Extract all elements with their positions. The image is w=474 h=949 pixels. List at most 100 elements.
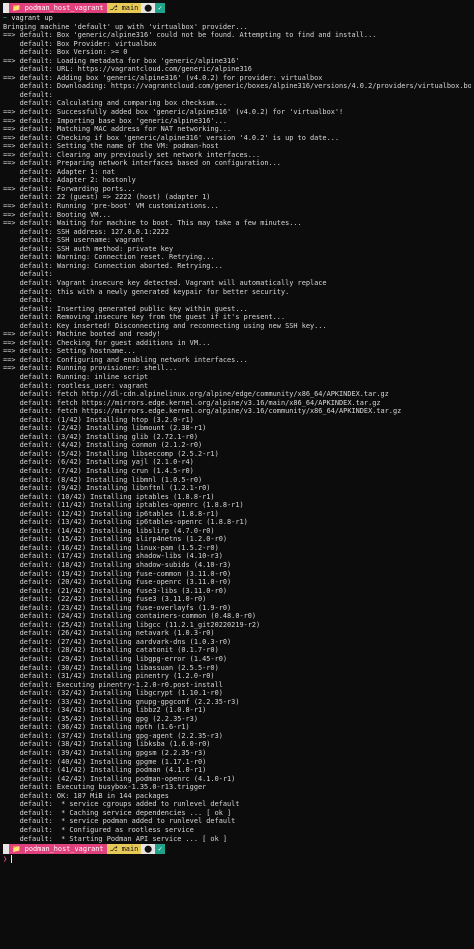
- output-line: default: (1/42) Installing htop (3.2.0-r…: [3, 415, 194, 424]
- output-line: ==> default: Successfully added box 'gen…: [3, 108, 344, 117]
- output-line: Bringing machine 'default' up with 'virt…: [3, 22, 248, 31]
- output-line: default: (31/42) Installing pinentry (1.…: [3, 672, 215, 681]
- output-line: ==> default: Configuring and enabling ne…: [3, 355, 248, 364]
- output-line: ==> default: Checking for guest addition…: [3, 338, 211, 347]
- output-line: default: SSH username: vagrant: [3, 236, 145, 245]
- input-line[interactable]: ❯: [3, 855, 471, 864]
- terminal-window[interactable]: 📁 podman_host_vagrant ⎇ main ⬤ ✓ ~ vagra…: [0, 0, 474, 949]
- prompt-arrow: ~: [3, 14, 8, 22]
- output-line: default: (27/42) Installing aardvark-dns…: [3, 637, 232, 646]
- output-line: default: this with a newly generated key…: [3, 287, 290, 296]
- output-line: default: (40/42) Installing gpgme (1.17.…: [3, 757, 207, 766]
- output-line: default: SSH address: 127.0.0.1:2222: [3, 227, 169, 236]
- output-line: default: (37/42) Installing gpg-agent (2…: [3, 731, 223, 740]
- output-line: default: (16/42) Installing linux-pam (1…: [3, 543, 219, 552]
- folder-segment: 📁 podman_host_vagrant: [9, 3, 107, 13]
- output-line: ==> default: Running provisioner: shell.…: [3, 364, 178, 373]
- git-branch-segment: ⎇ main: [106, 844, 142, 855]
- output-line: default: (34/42) Installing libbz2 (1.0.…: [3, 706, 207, 715]
- output-line: default: (41/42) Installing podman (4.1.…: [3, 766, 207, 775]
- output-line: default: (20/42) Installing fuse-openrc …: [3, 578, 232, 587]
- output-line: ==> default: Box 'generic/alpine316' cou…: [3, 31, 377, 40]
- output-line: default: rootless_user: vagrant: [3, 381, 149, 390]
- input-prompt-arrow: ❯: [3, 855, 8, 864]
- output-line: default: (6/42) Installing yajl (2.1.0-r…: [3, 458, 194, 467]
- output-line: default: (5/42) Installing libseccomp (2…: [3, 449, 219, 458]
- output-line: default: (29/42) Installing libgpg-error…: [3, 655, 228, 664]
- output-line: default: * Configured as rootless servic…: [3, 825, 194, 834]
- output-line: ==> default: Preparing network interface…: [3, 159, 281, 168]
- output-line: default: fetch https://mirrors.edge.kern…: [3, 407, 402, 416]
- output-line: ==> default: Importing base box 'generic…: [3, 116, 228, 125]
- output-line: default: * service cgroups added to runl…: [3, 800, 240, 809]
- success-icon: ✓: [154, 3, 166, 13]
- output-line: default: fetch http://dl-cdn.alpinelinux…: [3, 390, 389, 399]
- output-line: default: Adapter 2: hostonly: [3, 176, 136, 185]
- output-line: default: Inserting generated public key …: [3, 304, 248, 313]
- output-line: default: (32/42) Installing libgcrypt (1…: [3, 689, 223, 698]
- output-line: default:: [3, 296, 53, 305]
- output-line: ==> default: Adding box 'generic/alpine3…: [3, 73, 323, 82]
- output-line: default: Box Version: >= 0: [3, 48, 128, 57]
- output-line: default: (19/42) Installing fuse-common …: [3, 569, 232, 578]
- command-text: vagrant up: [11, 14, 53, 22]
- output-line: ==> default: Setting hostname...: [3, 347, 136, 356]
- output-line: ==> default: Clearing any previously set…: [3, 150, 261, 159]
- status-icon: ⬤: [141, 3, 155, 13]
- prompt-bar-bottom: 📁 podman_host_vagrant ⎇ main ⬤ ✓: [3, 843, 471, 855]
- output-line: default: Removing insecure key from the …: [3, 313, 286, 322]
- output-line: default: (24/42) Installing containers-c…: [3, 612, 257, 621]
- output-line: default: (30/42) Installing libassuan (2…: [3, 663, 219, 672]
- directory-name: podman_host_vagrant: [24, 4, 104, 12]
- output-line: default: * Starting Podman API service .…: [3, 834, 228, 843]
- output-line: default: Vagrant insecure key detected. …: [3, 278, 327, 287]
- output-line: ==> default: Forwarding ports...: [3, 184, 136, 193]
- output-line: default: Key inserted! Disconnecting and…: [3, 321, 327, 330]
- output-line: default: (13/42) Installing ip6tables-op…: [3, 518, 248, 527]
- output-line: default: OK: 187 MiB in 144 packages: [3, 791, 169, 800]
- output-line: default: (28/42) Installing catatonit (0…: [3, 646, 219, 655]
- output-line: ==> default: Setting the name of the VM:…: [3, 142, 219, 151]
- output-line: default: (23/42) Installing fuse-overlay…: [3, 603, 232, 612]
- output-line: default: (4/42) Installing conmon (2.1.2…: [3, 441, 203, 450]
- output-line: default: (12/42) Installing ip6tables (1…: [3, 509, 219, 518]
- output-line: default: (8/42) Installing libmnl (1.0.5…: [3, 475, 203, 484]
- output-line: default: Running: inline script: [3, 372, 149, 381]
- output-line: default: SSH auth method: private key: [3, 244, 174, 253]
- output-line: default: Calculating and comparing box c…: [3, 99, 228, 108]
- output-line: ==> default: Machine booted and ready!: [3, 330, 161, 339]
- output-line: default: fetch https://mirrors.edge.kern…: [3, 398, 381, 407]
- output-line: default: (18/42) Installing shadow-subid…: [3, 561, 232, 569]
- output-line: default: (17/42) Installing shadow-libs …: [3, 552, 223, 561]
- output-line: ==> default: Waiting for machine to boot…: [3, 219, 302, 228]
- output-line: default: URL: https://vagrantcloud.com/g…: [3, 65, 252, 74]
- output-line: ==> default: Loading metadata for box 'g…: [3, 56, 240, 65]
- output-line: default: (22/42) Installing fuse3 (3.11.…: [3, 595, 207, 604]
- output-line: default: Warning: Connection reset. Retr…: [3, 253, 215, 262]
- output-line: default: (10/42) Installing iptables (1.…: [3, 492, 215, 501]
- output-line: default: Executing pinentry-1.2.0-r0.pos…: [3, 680, 223, 689]
- prompt-bar-top: 📁 podman_host_vagrant ⎇ main ⬤ ✓: [3, 2, 471, 14]
- command-line: ~ vagrant up: [3, 14, 471, 23]
- output-line: default: (38/42) Installing libksba (1.6…: [3, 740, 211, 749]
- output-line: default: (2/42) Installing libmount (2.3…: [3, 424, 207, 433]
- output-line: default:: [3, 270, 53, 279]
- output-line: ==> default: Running 'pre-boot' VM custo…: [3, 202, 219, 211]
- output-line: default: * Caching service dependencies …: [3, 808, 232, 817]
- output-line: default:: [3, 90, 53, 99]
- directory-name: podman_host_vagrant: [24, 845, 104, 854]
- output-line: default: (33/42) Installing gnupg-gpgcon…: [3, 697, 240, 706]
- branch-name: main: [121, 845, 139, 854]
- success-icon: ✓: [154, 844, 166, 855]
- output-line: default: (11/42) Installing iptables-ope…: [3, 501, 244, 510]
- output-line: default: (26/42) Installing netavark (1.…: [3, 629, 215, 638]
- output-line: default: (7/42) Installing crun (1.4.5-r…: [3, 466, 194, 475]
- output-line: default: Downloading: https://vagrantclo…: [3, 82, 471, 91]
- output-line: default: Adapter 1: nat: [3, 167, 116, 176]
- output-line: default: (15/42) Installing slirp4netns …: [3, 535, 228, 544]
- output-line: default: (35/42) Installing gpg (2.2.35-…: [3, 714, 198, 723]
- output-line: default: (42/42) Installing podman-openr…: [3, 774, 236, 783]
- output-line: default: (25/42) Installing libgcc (11.2…: [3, 620, 261, 629]
- output-line: ==> default: Matching MAC address for NA…: [3, 125, 232, 134]
- output-line: default: Executing busybox-1.35.0-r13.tr…: [3, 783, 207, 792]
